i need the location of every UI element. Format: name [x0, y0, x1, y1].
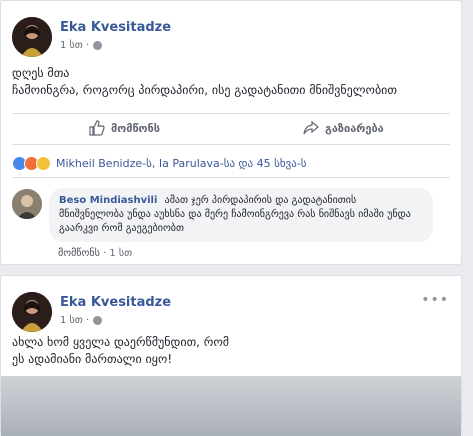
more-options-icon[interactable]: ••• [421, 292, 449, 308]
post-meta: 1 სთ · [60, 40, 103, 51]
thumbs-up-icon [89, 120, 105, 136]
post-text-line: ეს ადამიანი მართალი იყო! [12, 352, 173, 366]
post-text: დღეს მთა ჩამოინგრა, როგორც პირდაპირი, ის… [12, 65, 452, 99]
like-label: მომწონს [111, 121, 161, 135]
comment-author[interactable]: Beso Mindiashvili [59, 195, 157, 206]
divider [12, 144, 450, 145]
reactions-text[interactable]: Mikheil Benidze-ს, Ia Parulava-სა და 45 … [56, 157, 307, 170]
globe-icon [93, 41, 103, 50]
comment-like-link[interactable]: მომწონს [58, 248, 100, 259]
post-time[interactable]: 1 სთ · [60, 315, 89, 326]
comment-actions: მომწონს · 1 სთ [58, 248, 132, 259]
divider [12, 177, 450, 178]
post-card: Eka Kvesitadze 1 სთ · დღეს მთა ჩამოინგრა… [0, 0, 462, 265]
post-text: ახლა ხომ ყველა დაერწმუნდით, რომ ეს ადამი… [12, 334, 452, 368]
author-avatar[interactable] [12, 17, 52, 57]
post-time[interactable]: 1 სთ · [60, 40, 89, 51]
reaction-icons [12, 156, 51, 171]
post-text-line: ახლა ხომ ყველა დაერწმუნდით, რომ [12, 335, 230, 349]
share-arrow-icon [303, 120, 319, 135]
share-label: გაზიარება [325, 121, 384, 135]
comment-bubble: Beso Mindiashvili ამათ ჯერ პირდაპირის და… [49, 188, 433, 242]
post-card: Eka Kvesitadze 1 სთ · ••• ახლა ხომ ყველა… [0, 275, 462, 436]
commenter-avatar[interactable] [12, 189, 42, 219]
post-meta: 1 სთ · [60, 315, 103, 326]
post-image[interactable] [1, 376, 461, 436]
comment-time[interactable]: · 1 სთ [103, 248, 132, 259]
like-button[interactable]: მომწონს [89, 118, 160, 138]
author-avatar[interactable] [12, 292, 52, 332]
divider [12, 113, 450, 114]
reactions-summary[interactable]: Mikheil Benidze-ს, Ia Parulava-სა და 45 … [12, 156, 307, 171]
share-button[interactable]: გაზიარება [303, 118, 384, 138]
author-name[interactable]: Eka Kvesitadze [60, 295, 171, 310]
post-text-line: დღეს მთა [12, 66, 70, 80]
post-text-line: ჩამოინგრა, როგორც პირდაპირი, ისე გადატან… [12, 83, 398, 97]
sad-reaction-icon [36, 156, 51, 171]
globe-icon [93, 316, 103, 325]
author-name[interactable]: Eka Kvesitadze [60, 20, 171, 35]
